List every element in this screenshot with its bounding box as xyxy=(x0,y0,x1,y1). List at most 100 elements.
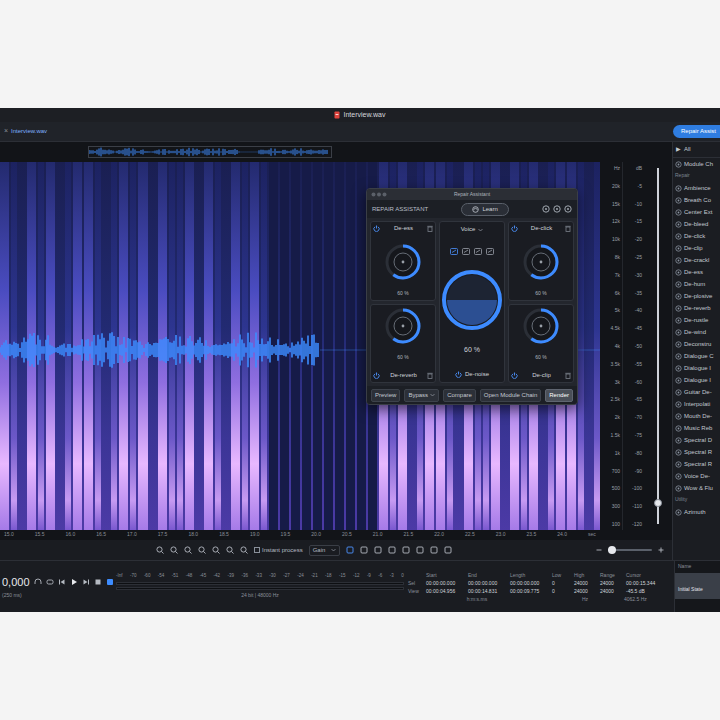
module-item[interactable]: De-click xyxy=(673,230,720,242)
selection-cell[interactable]: 00:00:00.000 xyxy=(510,579,548,587)
learn-button[interactable]: Learn xyxy=(461,203,508,216)
headphones-icon[interactable] xyxy=(34,578,42,586)
power-icon[interactable] xyxy=(455,371,462,378)
module-item[interactable]: Breath Co xyxy=(673,194,720,206)
knob[interactable] xyxy=(384,307,422,345)
module-item[interactable]: De-rustle xyxy=(673,314,720,326)
selection-cell[interactable]: 24000 xyxy=(574,587,596,595)
voice-type-icon[interactable] xyxy=(462,248,470,255)
module-item[interactable]: Guitar De- xyxy=(673,386,720,398)
instant-process-checkbox[interactable]: Instant process xyxy=(254,546,303,555)
lasso-icon[interactable] xyxy=(388,546,396,554)
zoom-selection-icon[interactable] xyxy=(184,546,192,554)
selection-cell[interactable]: 24000 xyxy=(600,579,622,587)
brush-icon[interactable] xyxy=(402,546,410,554)
trash-icon[interactable] xyxy=(565,372,571,379)
denoise-knob[interactable] xyxy=(441,269,503,331)
hand-icon[interactable] xyxy=(240,546,248,554)
settings-icon[interactable] xyxy=(553,205,561,213)
trash-icon[interactable] xyxy=(565,225,571,232)
footer-button[interactable]: Render xyxy=(545,389,573,402)
selection-cell[interactable]: 00:00:00.000 xyxy=(468,579,506,587)
vertical-zoom-track[interactable] xyxy=(657,168,659,524)
loop-icon[interactable] xyxy=(46,578,54,586)
module-item[interactable]: Dialogue I xyxy=(673,362,720,374)
module-item[interactable]: Wow & Flu xyxy=(673,482,720,494)
voice-type-icon[interactable] xyxy=(450,248,458,255)
wand-icon[interactable] xyxy=(416,546,424,554)
help-icon[interactable] xyxy=(564,205,572,213)
power-icon[interactable] xyxy=(373,372,380,379)
module-item[interactable]: Spectral D xyxy=(673,434,720,446)
skip-back-icon[interactable] xyxy=(58,578,66,586)
selection-cell[interactable]: 00:00:00.000 xyxy=(426,579,464,587)
record-icon[interactable] xyxy=(106,578,114,586)
footer-button[interactable]: Compare xyxy=(443,389,476,402)
power-icon[interactable] xyxy=(511,225,518,232)
module-item[interactable]: Voice De- xyxy=(673,470,720,482)
footer-button[interactable]: Preview xyxy=(371,389,400,402)
module-item[interactable]: De-bleed xyxy=(673,218,720,230)
selection-cell[interactable]: 00:00:09.775 xyxy=(510,587,548,595)
module-item[interactable]: Dialogue C xyxy=(673,350,720,362)
history-icon[interactable] xyxy=(542,205,550,213)
module-item[interactable]: Spectral R xyxy=(673,446,720,458)
module-item[interactable]: Ambience xyxy=(673,182,720,194)
file-tab[interactable]: ×Interview.wav xyxy=(4,126,47,137)
box-selection-icon[interactable] xyxy=(374,546,382,554)
play-icon[interactable] xyxy=(70,578,78,586)
voice-type-icon[interactable] xyxy=(486,248,494,255)
selection-cell[interactable]: 0 xyxy=(552,579,570,587)
zoom-out-icon[interactable] xyxy=(596,547,602,553)
module-item[interactable]: De-ess xyxy=(673,266,720,278)
power-icon[interactable] xyxy=(511,372,518,379)
power-icon[interactable] xyxy=(373,225,380,232)
selection-cell[interactable]: 24000 xyxy=(600,587,622,595)
zoom-in-icon[interactable] xyxy=(658,547,664,553)
zoom-time-icon[interactable] xyxy=(212,546,220,554)
module-item[interactable]: Deconstru xyxy=(673,338,720,350)
module-item[interactable]: Interpolati xyxy=(673,398,720,410)
time-selection-icon[interactable] xyxy=(346,546,354,554)
knob[interactable] xyxy=(522,307,560,345)
module-item[interactable]: De-plosive xyxy=(673,290,720,302)
module-item[interactable]: Spectral R xyxy=(673,458,720,470)
trash-icon[interactable] xyxy=(427,225,433,232)
window-controls-icon[interactable] xyxy=(371,192,387,197)
pencil-icon[interactable] xyxy=(444,546,452,554)
vertical-zoom-thumb[interactable] xyxy=(654,499,662,507)
zoom-slider-thumb[interactable] xyxy=(608,546,616,554)
tab-label[interactable]: Interview.wav xyxy=(11,127,47,136)
checkbox-box[interactable] xyxy=(254,547,260,553)
harmonic-icon[interactable] xyxy=(430,546,438,554)
footer-button[interactable]: Open Module Chain xyxy=(480,389,541,402)
zoom-out-icon[interactable] xyxy=(170,546,178,554)
chevron-down-icon[interactable] xyxy=(430,393,435,397)
selection-cell[interactable]: 0 xyxy=(552,587,570,595)
trash-icon[interactable] xyxy=(427,372,433,379)
zoom-fit-icon[interactable] xyxy=(198,546,206,554)
knob[interactable] xyxy=(522,243,560,281)
module-item[interactable]: Center Ext xyxy=(673,206,720,218)
selection-cell[interactable]: 24000 xyxy=(574,579,596,587)
zoom-slider-track[interactable] xyxy=(608,549,652,551)
gain-dropdown[interactable]: Gain xyxy=(309,545,341,556)
voice-type-icon[interactable] xyxy=(474,248,482,255)
module-item[interactable]: Azimuth xyxy=(673,506,720,518)
frequency-selection-icon[interactable] xyxy=(360,546,368,554)
stop-icon[interactable] xyxy=(94,578,102,586)
selection-cell[interactable]: 00:00:04.956 xyxy=(426,587,464,595)
overview-view-box[interactable] xyxy=(88,146,332,158)
skip-forward-icon[interactable] xyxy=(82,578,90,586)
module-item[interactable]: De-crackl xyxy=(673,254,720,266)
zoom-frequency-icon[interactable] xyxy=(226,546,234,554)
module-item[interactable]: Mouth De- xyxy=(673,410,720,422)
selection-cell[interactable]: 00:00:14.831 xyxy=(468,587,506,595)
knob[interactable] xyxy=(384,243,422,281)
tab-close-button[interactable]: × xyxy=(4,126,8,137)
module-item[interactable]: De-clip xyxy=(673,242,720,254)
module-item[interactable]: Dialogue I xyxy=(673,374,720,386)
module-item[interactable]: Music Reb xyxy=(673,422,720,434)
module-item[interactable]: De-reverb xyxy=(673,302,720,314)
module-item[interactable]: De-hum xyxy=(673,278,720,290)
